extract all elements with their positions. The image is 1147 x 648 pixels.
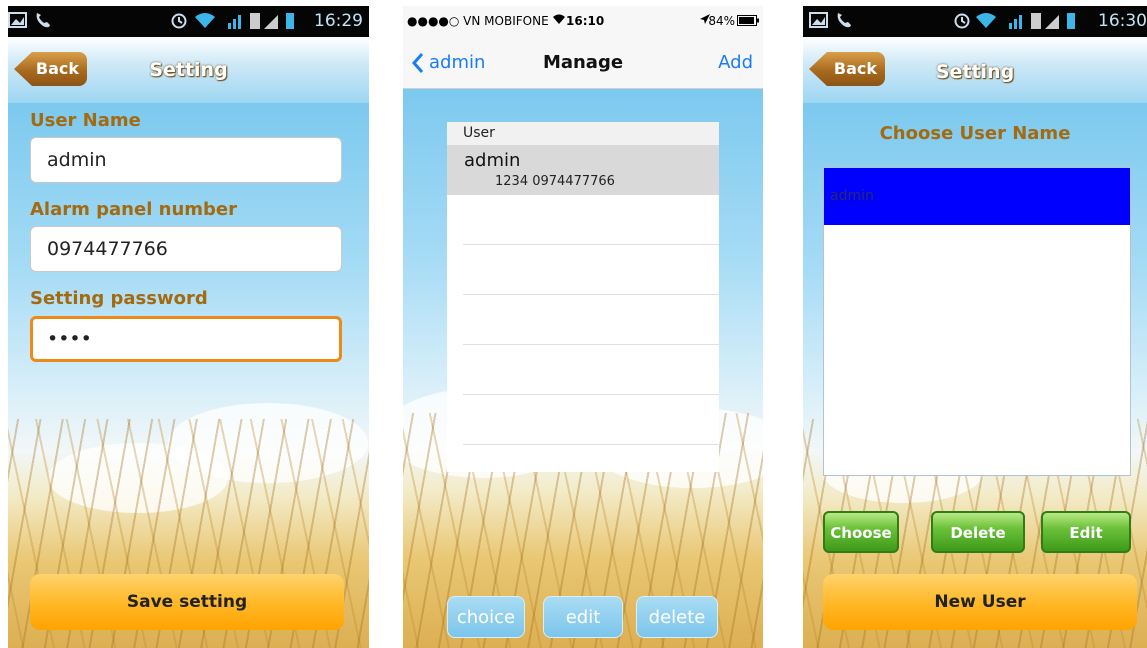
phone-icon — [34, 11, 52, 33]
delete-button[interactable]: Delete — [931, 511, 1025, 553]
header-bar: Back Setting — [803, 37, 1147, 103]
page-title: Manage — [542, 52, 624, 73]
status-bar: 16:29 — [8, 6, 369, 37]
wifi-icon — [552, 13, 566, 28]
password-field[interactable]: •••• — [30, 316, 342, 362]
page-title: Setting — [935, 61, 1015, 83]
user-name-field[interactable]: admin — [30, 137, 342, 183]
alarm-icon — [953, 11, 971, 33]
table-row[interactable]: admin 1234 0974477766 — [447, 145, 719, 195]
empty-row — [463, 295, 719, 345]
edit-button[interactable]: edit — [543, 596, 623, 638]
user-list: admin — [823, 167, 1131, 476]
page-title: Setting — [149, 59, 228, 81]
wifi-icon — [194, 11, 216, 33]
password-label: Setting password — [30, 288, 208, 309]
empty-row — [463, 395, 719, 445]
save-setting-button[interactable]: Save setting — [30, 574, 344, 630]
alarm-panel-label: Alarm panel number — [30, 199, 237, 220]
carrier-text: ●●●●○ VN MOBIFONE — [407, 14, 549, 28]
choice-button[interactable]: choice — [447, 596, 525, 638]
screen-manage: ●●●●○ VN MOBIFONE 16:10 84% admin Manage… — [403, 6, 763, 648]
row-user-detail: 1234 0974477766 — [495, 174, 615, 189]
empty-row — [463, 245, 719, 295]
delete-button[interactable]: delete — [636, 596, 718, 638]
battery-icon — [737, 15, 759, 29]
list-item-selected[interactable]: admin — [824, 168, 1130, 225]
new-user-button[interactable]: New User — [823, 574, 1137, 630]
navigation-bar: admin Manage Add — [403, 36, 763, 89]
user-name-label: User Name — [30, 110, 141, 131]
alarm-panel-field[interactable]: 0974477766 — [30, 226, 342, 272]
status-bar: 16:30 — [803, 6, 1147, 37]
picture-icon — [809, 11, 829, 33]
empty-row — [463, 195, 719, 245]
picture-icon — [8, 11, 28, 33]
table-header: User — [447, 122, 719, 145]
status-time: 16:30 — [1098, 11, 1147, 31]
choose-user-title: Choose User Name — [879, 123, 1071, 144]
status-bar: ●●●●○ VN MOBIFONE 16:10 84% — [403, 6, 763, 36]
wheat-background — [8, 103, 369, 648]
alarm-icon — [170, 11, 188, 33]
screen-choose-user: 16:30 Back Setting Choose User Name admi… — [803, 6, 1147, 648]
phone-icon — [835, 11, 853, 33]
header-bar: Back Setting — [8, 37, 369, 103]
choose-button[interactable]: Choose — [823, 511, 899, 553]
edit-button[interactable]: Edit — [1041, 511, 1131, 553]
add-button[interactable]: Add — [718, 52, 753, 73]
signal-icon — [1007, 11, 1077, 35]
empty-row — [463, 345, 719, 395]
signal-icon — [226, 11, 296, 35]
screen-setting: 16:29 Back Setting User Name admin Alarm… — [8, 6, 369, 648]
battery-text: 84% — [708, 14, 735, 28]
status-time: 16:10 — [566, 14, 605, 28]
row-user-name: admin — [464, 150, 521, 171]
user-table: User admin 1234 0974477766 — [447, 122, 719, 472]
wifi-icon — [975, 11, 997, 33]
status-time: 16:29 — [314, 11, 363, 31]
